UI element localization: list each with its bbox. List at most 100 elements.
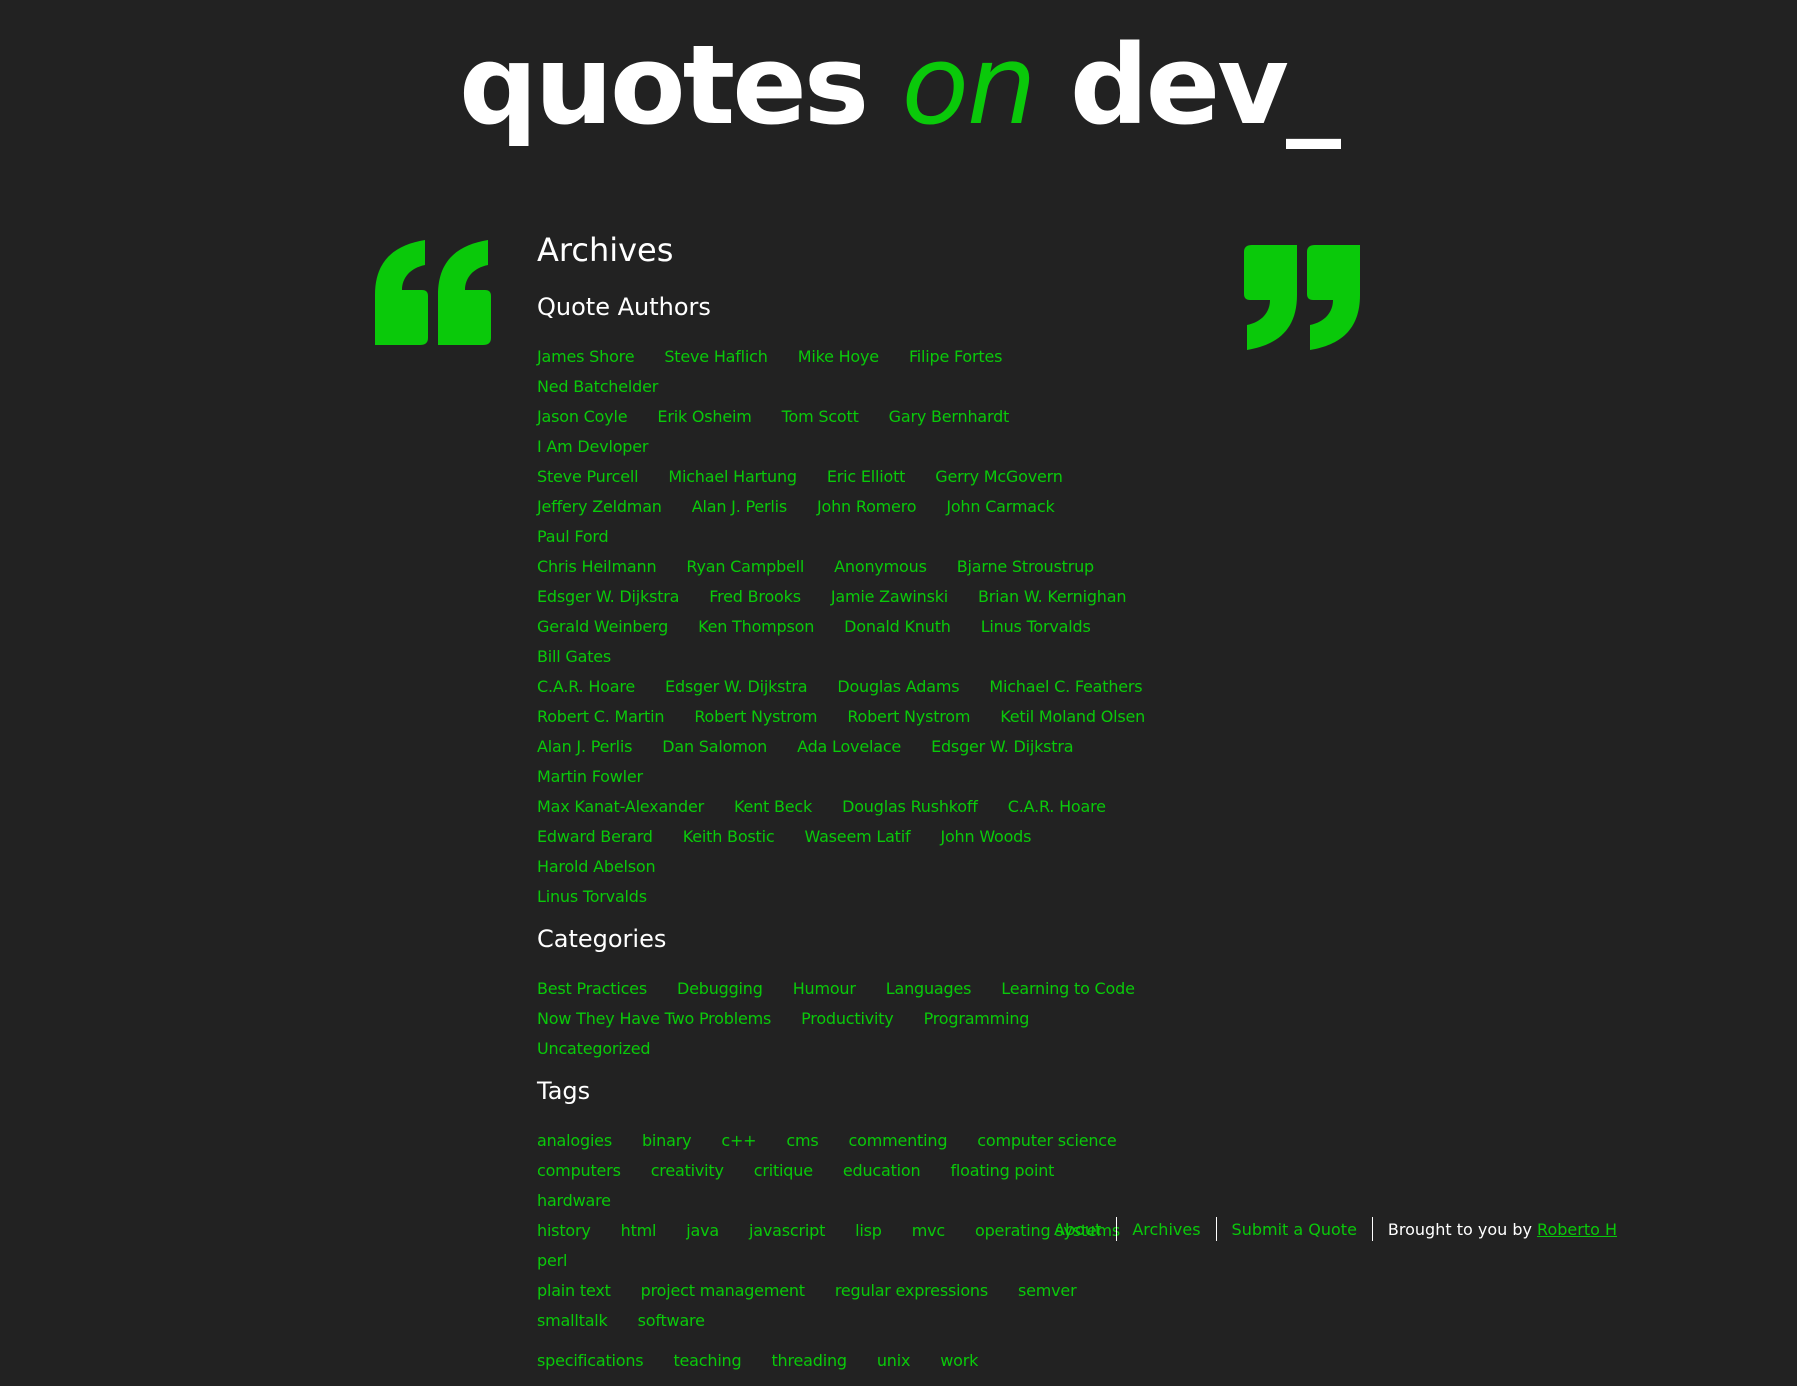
tag-link[interactable]: history <box>537 1221 591 1240</box>
author-link[interactable]: Eric Elliott <box>827 467 906 486</box>
tag-link[interactable]: lisp <box>855 1221 882 1240</box>
tag-link[interactable]: unix <box>877 1351 911 1370</box>
tag-item: specifications <box>537 1346 644 1376</box>
author-link[interactable]: John Carmack <box>946 497 1054 516</box>
author-link[interactable]: Linus Torvalds <box>537 887 647 906</box>
author-link[interactable]: Alan J. Perlis <box>537 737 632 756</box>
tag-link[interactable]: c++ <box>721 1131 756 1150</box>
tag-link[interactable]: work <box>940 1351 978 1370</box>
author-link[interactable]: Edsger W. Dijkstra <box>931 737 1073 756</box>
author-link[interactable]: Bill Gates <box>537 647 611 666</box>
tag-link[interactable]: software <box>638 1311 705 1330</box>
author-link[interactable]: Ketil Moland Olsen <box>1000 707 1145 726</box>
author-link[interactable]: James Shore <box>537 347 635 366</box>
tag-link[interactable]: floating point <box>950 1161 1054 1180</box>
tag-link[interactable]: smalltalk <box>537 1311 608 1330</box>
author-link[interactable]: Bjarne Stroustrup <box>957 557 1094 576</box>
tag-link[interactable]: mvc <box>912 1221 945 1240</box>
tag-link[interactable]: regular expressions <box>835 1281 988 1300</box>
author-link[interactable]: John Romero <box>817 497 917 516</box>
category-link[interactable]: Programming <box>924 1009 1030 1028</box>
credit-author-link[interactable]: Roberto H <box>1537 1220 1617 1239</box>
author-link[interactable]: Jeffery Zeldman <box>537 497 662 516</box>
author-link[interactable]: Harold Abelson <box>537 857 656 876</box>
author-link[interactable]: Edsger W. Dijkstra <box>537 587 679 606</box>
author-link[interactable]: Waseem Latif <box>804 827 910 846</box>
tag-link[interactable]: cms <box>786 1131 818 1150</box>
author-link[interactable]: Jamie Zawinski <box>831 587 948 606</box>
author-link[interactable]: Dan Salomon <box>662 737 767 756</box>
author-link[interactable]: Martin Fowler <box>537 767 643 786</box>
author-link[interactable]: Robert C. Martin <box>537 707 665 726</box>
author-link[interactable]: Tom Scott <box>782 407 859 426</box>
author-link[interactable]: Ken Thompson <box>698 617 814 636</box>
tag-link[interactable]: javascript <box>749 1221 825 1240</box>
tag-link[interactable]: project management <box>641 1281 805 1300</box>
author-link[interactable]: Max Kanat-Alexander <box>537 797 704 816</box>
tag-link[interactable]: teaching <box>673 1351 741 1370</box>
tag-link[interactable]: html <box>621 1221 657 1240</box>
tag-link[interactable]: analogies <box>537 1131 612 1150</box>
author-link[interactable]: Douglas Rushkoff <box>842 797 978 816</box>
author-link[interactable]: Filipe Fortes <box>909 347 1003 366</box>
author-link[interactable]: Brian W. Kernighan <box>978 587 1126 606</box>
tag-link[interactable]: perl <box>537 1251 567 1270</box>
footer-submit-link[interactable]: Submit a Quote <box>1232 1220 1357 1239</box>
author-link[interactable]: Robert Nystrom <box>694 707 817 726</box>
author-link[interactable]: I Am Devloper <box>537 437 648 456</box>
author-link[interactable]: Gary Bernhardt <box>889 407 1010 426</box>
footer-about-link[interactable]: About <box>1054 1220 1101 1239</box>
author-link[interactable]: Steve Purcell <box>537 467 639 486</box>
tag-link[interactable]: specifications <box>537 1351 644 1370</box>
author-link[interactable]: Anonymous <box>834 557 927 576</box>
author-link[interactable]: Chris Heilmann <box>537 557 657 576</box>
category-link[interactable]: Productivity <box>801 1009 894 1028</box>
tag-link[interactable]: critique <box>754 1161 813 1180</box>
tag-link[interactable]: threading <box>771 1351 847 1370</box>
category-link[interactable]: Humour <box>793 979 856 998</box>
author-link[interactable]: Linus Torvalds <box>981 617 1091 636</box>
tag-link[interactable]: binary <box>642 1131 692 1150</box>
author-link[interactable]: Robert Nystrom <box>847 707 970 726</box>
author-link[interactable]: Donald Knuth <box>844 617 951 636</box>
category-link[interactable]: Debugging <box>677 979 763 998</box>
author-link[interactable]: Douglas Adams <box>837 677 959 696</box>
author-link[interactable]: Erik Osheim <box>657 407 751 426</box>
author-link[interactable]: Jason Coyle <box>537 407 628 426</box>
author-link[interactable]: Paul Ford <box>537 527 609 546</box>
author-link[interactable]: Michael Hartung <box>668 467 797 486</box>
author-link[interactable]: Fred Brooks <box>709 587 801 606</box>
tag-link[interactable]: hardware <box>537 1191 611 1210</box>
category-link[interactable]: Uncategorized <box>537 1039 651 1058</box>
category-link[interactable]: Best Practices <box>537 979 647 998</box>
tag-link[interactable]: computer science <box>977 1131 1116 1150</box>
author-link[interactable]: Ada Lovelace <box>797 737 901 756</box>
tag-link[interactable]: semver <box>1018 1281 1077 1300</box>
author-link[interactable]: Keith Bostic <box>683 827 775 846</box>
author-link[interactable]: Michael C. Feathers <box>989 677 1142 696</box>
tag-link[interactable]: education <box>843 1161 921 1180</box>
tag-link[interactable]: java <box>686 1221 719 1240</box>
author-link[interactable]: Steve Haflich <box>664 347 768 366</box>
author-link[interactable]: C.A.R. Hoare <box>537 677 635 696</box>
category-link[interactable]: Languages <box>886 979 972 998</box>
author-link[interactable]: Gerald Weinberg <box>537 617 668 636</box>
author-link[interactable]: Edward Berard <box>537 827 653 846</box>
author-link[interactable]: Edsger W. Dijkstra <box>665 677 807 696</box>
tag-link[interactable]: plain text <box>537 1281 611 1300</box>
tag-link[interactable]: creativity <box>651 1161 724 1180</box>
author-link[interactable]: Mike Hoye <box>798 347 879 366</box>
category-link[interactable]: Now They Have Two Problems <box>537 1009 771 1028</box>
category-link[interactable]: Learning to Code <box>1001 979 1135 998</box>
site-logo[interactable]: quotes on dev_ <box>0 30 1797 140</box>
author-link[interactable]: Kent Beck <box>734 797 812 816</box>
author-link[interactable]: Alan J. Perlis <box>692 497 787 516</box>
tag-link[interactable]: computers <box>537 1161 621 1180</box>
author-link[interactable]: John Woods <box>940 827 1031 846</box>
tag-link[interactable]: commenting <box>849 1131 948 1150</box>
author-link[interactable]: Ned Batchelder <box>537 377 658 396</box>
author-link[interactable]: C.A.R. Hoare <box>1008 797 1106 816</box>
author-link[interactable]: Ryan Campbell <box>686 557 804 576</box>
author-link[interactable]: Gerry McGovern <box>935 467 1063 486</box>
footer-archives-link[interactable]: Archives <box>1132 1220 1200 1239</box>
